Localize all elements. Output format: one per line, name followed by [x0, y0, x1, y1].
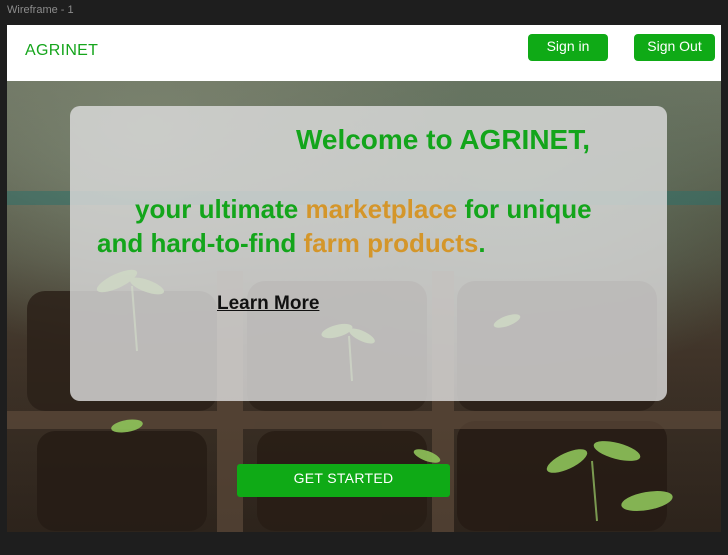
sign-in-button[interactable]: Sign in: [528, 34, 608, 61]
marketplace-highlight: marketplace: [305, 194, 458, 224]
tagline-text: and hard-to-find: [97, 228, 304, 258]
farm-products-highlight: farm products: [303, 228, 479, 258]
learn-more-link[interactable]: Learn More: [217, 293, 319, 315]
tagline-text: .: [478, 228, 486, 258]
get-started-button[interactable]: GET STARTED: [237, 464, 450, 497]
top-navbar: AGRINET Sign in Sign Out: [7, 25, 721, 81]
tagline-text: your ultimate: [135, 194, 306, 224]
sign-out-button[interactable]: Sign Out: [634, 34, 715, 61]
welcome-card: Welcome to AGRINET, your ultimate market…: [70, 106, 667, 401]
tagline-line-2: and hard-to-find farm products.: [97, 228, 486, 259]
hero-section: Welcome to AGRINET, your ultimate market…: [7, 81, 721, 532]
brand-logo[interactable]: AGRINET: [25, 42, 98, 60]
wireframe-canvas: AGRINET Sign in Sign Out Welcome to AGRI…: [7, 25, 721, 532]
tagline-line-1: your ultimate marketplace for unique: [135, 194, 592, 225]
tagline-text: for unique: [457, 194, 592, 224]
welcome-heading: Welcome to AGRINET,: [295, 124, 590, 155]
frame-label: Wireframe - 1: [7, 4, 74, 16]
